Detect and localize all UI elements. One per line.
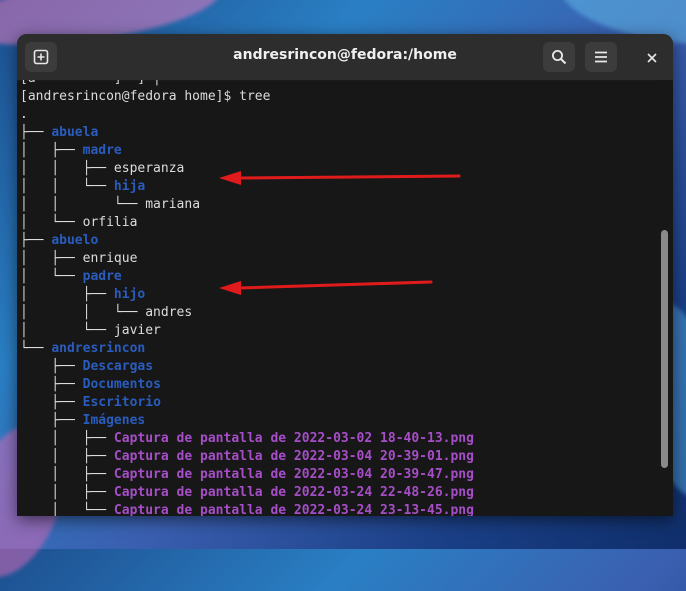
tree-line: ├── abuelo xyxy=(20,232,657,250)
file-name: andres xyxy=(145,305,193,320)
directory-name: Descargas xyxy=(82,359,154,374)
tree-branch: │ └── xyxy=(20,503,114,516)
directory-name: hija xyxy=(113,179,146,194)
tree-branch: │ │ └── xyxy=(20,179,114,194)
scrolled-off-line: [a ] ] | xyxy=(20,80,657,88)
tree-line: │ ├── Captura de pantalla de 2022-03-02 … xyxy=(20,430,657,448)
tree-line: │ └── javier xyxy=(20,322,657,340)
tree-line: │ │ └── andres xyxy=(20,304,657,322)
directory-name: madre xyxy=(82,143,122,158)
tree-branch: │ ├── xyxy=(20,143,83,158)
tree-branch: │ ├── xyxy=(20,449,114,464)
tree-branch: │ ├── xyxy=(20,431,114,446)
tree-line: │ ├── Captura de pantalla de 2022-03-04 … xyxy=(20,448,657,466)
directory-name: Imágenes xyxy=(82,413,146,428)
tree-line: │ └── orfilia xyxy=(20,214,657,232)
tree-branch: │ └── xyxy=(20,269,83,284)
tree-branch: ├── xyxy=(20,233,52,248)
directory-name: padre xyxy=(82,269,122,284)
directory-name: Escritorio xyxy=(82,395,161,410)
tree-line: │ ├── Captura de pantalla de 2022-03-24 … xyxy=(20,484,657,502)
tree-branch: │ └── xyxy=(20,323,114,338)
tree-line: └── andresrincon xyxy=(20,340,657,358)
file-name: mariana xyxy=(145,197,201,212)
terminal-output[interactable]: [a ] ] | [andresrincon@fedora home]$ tre… xyxy=(17,80,657,516)
menu-button[interactable] xyxy=(585,42,617,72)
tree-branch: ├── xyxy=(20,125,52,140)
file-name: Captura de pantalla de 2022-03-04 20-39-… xyxy=(113,467,474,482)
annotation-arrow-padre xyxy=(219,280,433,295)
shell-prompt: [andresrincon@fedora home]$ tree xyxy=(20,89,271,104)
tree-branch: ├── xyxy=(20,395,83,410)
tree-branch: │ ├── xyxy=(20,467,114,482)
tree-branch: │ └── xyxy=(20,215,83,230)
file-name: enrique xyxy=(82,251,138,266)
tree-branch: ├── xyxy=(20,413,83,428)
tree-line: │ ├── madre xyxy=(20,142,657,160)
tree-line: │ │ └── mariana xyxy=(20,196,657,214)
tree-line: │ └── Captura de pantalla de 2022-03-24 … xyxy=(20,502,657,516)
tree-branch: . xyxy=(20,107,28,122)
terminal-window: andresrincon@fedora:/home [andresrincon@… xyxy=(17,34,673,516)
tree-branch: │ │ └── xyxy=(20,305,146,320)
file-name: Captura de pantalla de 2022-03-04 20-39-… xyxy=(113,449,474,464)
directory-name: Documentos xyxy=(82,377,161,392)
tree-line: │ ├── enrique xyxy=(20,250,657,268)
file-name: javier xyxy=(113,323,161,338)
close-button[interactable] xyxy=(643,48,661,66)
scrollbar[interactable] xyxy=(657,80,673,516)
annotation-arrow-madre xyxy=(219,171,461,185)
tree-branch: │ ├── xyxy=(20,251,83,266)
titlebar: andresrincon@fedora:/home xyxy=(17,34,673,81)
directory-name: andresrincon xyxy=(51,341,146,356)
close-icon xyxy=(647,48,657,67)
file-name: orfilia xyxy=(82,215,138,230)
tree-line: ├── Documentos xyxy=(20,376,657,394)
tree-branch: │ ├── xyxy=(20,287,114,302)
hamburger-menu-icon xyxy=(593,49,609,65)
file-name: esperanza xyxy=(113,161,185,176)
tree-branch: │ ├── xyxy=(20,485,114,500)
tree-branch: └── xyxy=(20,341,52,356)
tree-line: ├── Descargas xyxy=(20,358,657,376)
search-button[interactable] xyxy=(543,42,575,72)
search-icon xyxy=(551,49,567,65)
file-name: Captura de pantalla de 2022-03-02 18-40-… xyxy=(113,431,474,446)
tree-line: │ ├── Captura de pantalla de 2022-03-04 … xyxy=(20,466,657,484)
tree-line: . xyxy=(20,106,657,124)
tree-branch: ├── xyxy=(20,377,83,392)
tree-branch: │ │ └── xyxy=(20,197,146,212)
scrollbar-thumb[interactable] xyxy=(661,230,668,468)
tree-branch: ├── xyxy=(20,359,83,374)
directory-name: hijo xyxy=(113,287,146,302)
file-name: Captura de pantalla de 2022-03-24 23-13-… xyxy=(113,503,474,516)
tree-line: ├── abuela xyxy=(20,124,657,142)
directory-name: abuela xyxy=(51,125,99,140)
tree-line: ├── Escritorio xyxy=(20,394,657,412)
tree-line: ├── Imágenes xyxy=(20,412,657,430)
tree-branch: │ │ ├── xyxy=(20,161,114,176)
file-name: Captura de pantalla de 2022-03-24 22-48-… xyxy=(113,485,474,500)
directory-name: abuelo xyxy=(51,233,99,248)
